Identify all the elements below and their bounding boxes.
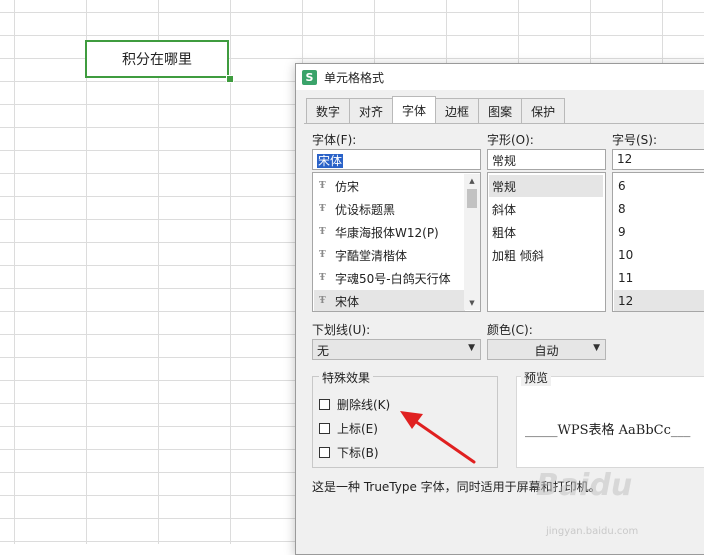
tab-font[interactable]: 字体 — [392, 96, 437, 123]
annotation-arrow-icon — [400, 411, 476, 464]
watermark-logo: Baidu — [536, 468, 633, 503]
watermark-url: jingyan.baidu.com — [546, 526, 639, 537]
